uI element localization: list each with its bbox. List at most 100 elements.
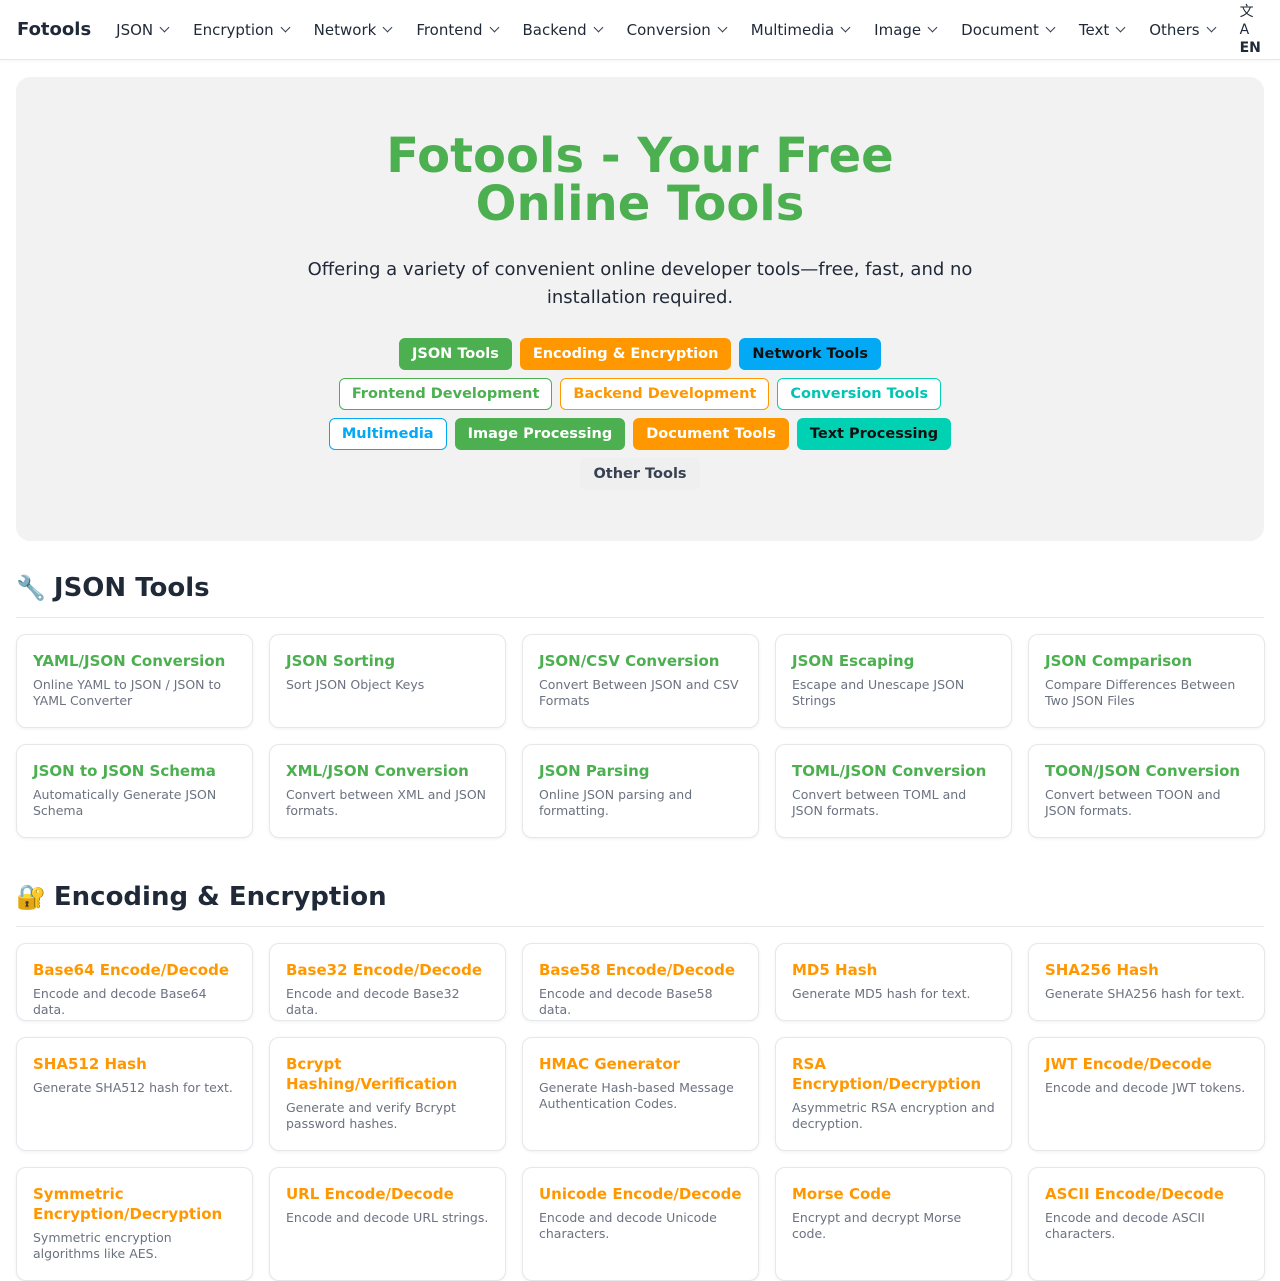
tool-card[interactable]: Unicode Encode/Decode Encode and decode U… (522, 1167, 759, 1281)
chevron-down-icon (927, 22, 938, 33)
tool-card-desc: Encode and decode URL strings. (286, 1210, 489, 1225)
tool-card-title: URL Encode/Decode (286, 1185, 454, 1203)
tool-card[interactable]: JSON to JSON Schema Automatically Generat… (16, 744, 253, 838)
nav-item-others[interactable]: Others (1149, 21, 1217, 39)
tool-card[interactable]: SHA512 Hash Generate SHA512 hash for text… (16, 1037, 253, 1151)
nav-item-multimedia[interactable]: Multimedia (750, 20, 851, 39)
tool-card-title: XML/JSON Conversion (286, 762, 469, 780)
hero-subtitle: Offering a variety of convenient online … (307, 259, 973, 308)
tool-card[interactable]: RSA Encryption/Decryption Asymmetric RSA … (775, 1037, 1012, 1151)
tool-card[interactable]: SHA256 Hash Generate SHA256 hash for text… (1028, 943, 1265, 1021)
divider (16, 617, 1264, 618)
tool-card[interactable]: TOML/JSON Conversion Convert between TOML… (775, 744, 1012, 838)
tool-card[interactable]: Base58 Encode/Decode Encode and decode Ba… (522, 943, 759, 1021)
tool-card[interactable]: JSON/CSV Conversion Convert Between JSON … (522, 634, 759, 728)
chip-json-tools[interactable]: JSON Tools (398, 338, 512, 370)
tool-card-desc: Automatically Generate JSON Schema (33, 787, 217, 818)
chip-encoding-encryption[interactable]: Encoding & Encryption (519, 338, 732, 370)
tool-card-desc: Convert Between JSON and CSV Formats (539, 677, 739, 708)
tool-card-desc: Encode and decode Base64 data. (33, 986, 207, 1017)
lock-key-icon: 🔐 (16, 883, 46, 911)
top-nav: Fotools JSON Encryption Network Frontend… (0, 0, 1280, 60)
section-title-text: Encoding & Encryption (53, 882, 387, 912)
tool-card-title: JSON Escaping (792, 652, 915, 670)
tool-card[interactable]: MD5 Hash Generate MD5 hash for text. (775, 943, 1012, 1021)
nav-item-network[interactable]: Network (313, 20, 393, 39)
chip-other-tools[interactable]: Other Tools (580, 458, 700, 490)
tool-card-desc: Encode and decode ASCII characters. (1045, 1210, 1205, 1241)
tool-card-title: JSON Sorting (286, 652, 396, 670)
language-switcher[interactable]: 文A EN (1240, 3, 1261, 57)
tool-card[interactable]: XML/JSON Conversion Convert between XML a… (269, 744, 506, 838)
nav-item-label: Network (313, 20, 377, 39)
chip-multimedia[interactable]: Multimedia (328, 418, 447, 450)
tool-card[interactable]: Symmetric Encryption/Decryption Symmetric… (16, 1167, 253, 1281)
tool-card[interactable]: JSON Parsing Online JSON parsing and form… (522, 744, 759, 838)
tool-card[interactable]: HMAC Generator Generate Hash-based Messag… (522, 1037, 759, 1151)
nav-menu: JSON Encryption Network Frontend Backend… (116, 21, 1239, 39)
brand-logo[interactable]: Fotools (17, 19, 91, 40)
chip-document-tools[interactable]: Document Tools (633, 418, 789, 450)
nav-item-label: Conversion (626, 20, 711, 39)
tool-card[interactable]: JSON Escaping Escape and Unescape JSON St… (775, 634, 1012, 728)
chip-network-tools[interactable]: Network Tools (739, 338, 881, 370)
nav-item-label: Document (961, 20, 1039, 39)
tool-card[interactable]: URL Encode/Decode Encode and decode URL s… (269, 1167, 506, 1281)
tool-card-title: JWT Encode/Decode (1045, 1055, 1212, 1073)
nav-item-image[interactable]: Image (874, 20, 938, 39)
nav-item-json[interactable]: JSON (116, 20, 170, 39)
tool-grid: SHA512 Hash Generate SHA512 hash for text… (16, 1037, 1265, 1151)
section-title-text: JSON Tools (53, 573, 210, 603)
nav-item-frontend[interactable]: Frontend (416, 21, 499, 39)
hero-title: Fotools - Your Free Online Tools (386, 128, 894, 232)
chip-frontend-development[interactable]: Frontend Development (338, 378, 553, 410)
tool-card[interactable]: Morse Code Encrypt and decrypt Morse code… (775, 1167, 1012, 1281)
tool-card[interactable]: JWT Encode/Decode Encode and decode JWT t… (1028, 1037, 1265, 1151)
tool-card[interactable]: Base32 Encode/Decode Encode and decode Ba… (269, 943, 506, 1021)
chevron-down-icon (382, 22, 393, 33)
nav-item-label: Image (874, 20, 922, 39)
tool-card[interactable]: TOON/JSON Conversion Convert between TOON… (1028, 744, 1265, 838)
nav-item-label: Multimedia (750, 20, 835, 39)
nav-item-label: JSON (116, 20, 154, 39)
tool-card-desc: Compare Differences Between Two JSON Fil… (1045, 677, 1236, 708)
nav-item-label: Encryption (193, 20, 274, 39)
chip-backend-development[interactable]: Backend Development (560, 378, 770, 410)
tool-card-desc: Encrypt and decrypt Morse code. (792, 1210, 962, 1241)
tool-card-title: Symmetric Encryption/Decryption (33, 1185, 223, 1223)
nav-item-conversion[interactable]: Conversion (626, 20, 728, 39)
tool-card[interactable]: ASCII Encode/Decode Encode and decode ASC… (1028, 1167, 1265, 1281)
hero-banner: Fotools - Your Free Online Tools Offerin… (16, 77, 1264, 541)
chip-text-processing[interactable]: Text Processing (796, 418, 952, 450)
tool-card-desc: Encode and decode Base58 data. (539, 986, 713, 1017)
tool-card-title: HMAC Generator (539, 1055, 681, 1073)
nav-item-document[interactable]: Document (961, 20, 1056, 39)
chevron-down-icon (1206, 22, 1217, 33)
tool-card[interactable]: YAML/JSON Conversion Online YAML to JSON … (16, 634, 253, 728)
chip-image-processing[interactable]: Image Processing (454, 418, 626, 450)
nav-item-text[interactable]: Text (1079, 21, 1126, 39)
tool-card-title: RSA Encryption/Decryption (792, 1055, 982, 1093)
tool-card[interactable]: JSON Comparison Compare Differences Betwe… (1028, 634, 1265, 728)
tool-card-title: JSON Parsing (539, 762, 650, 780)
tool-card[interactable]: JSON Sorting Sort JSON Object Keys (269, 634, 506, 728)
tool-card-desc: Asymmetric RSA encryption and decryption… (792, 1100, 995, 1131)
tool-card[interactable]: Base64 Encode/Decode Encode and decode Ba… (16, 943, 253, 1021)
category-chips: JSON Tools Encoding & Encryption Network… (16, 338, 1264, 490)
nav-item-encryption[interactable]: Encryption (193, 20, 291, 39)
tool-card-desc: Sort JSON Object Keys (286, 677, 425, 692)
tool-card-desc: Convert between XML and JSON formats. (286, 787, 487, 818)
nav-item-label: Backend (522, 20, 587, 39)
tool-card-title: YAML/JSON Conversion (33, 652, 226, 670)
chevron-down-icon (1115, 22, 1126, 33)
tool-card-desc: Convert between TOML and JSON formats. (792, 787, 967, 818)
tool-card-title: Base32 Encode/Decode (286, 961, 482, 979)
tool-card-desc: Generate and verify Bcrypt password hash… (286, 1100, 456, 1131)
tool-grid: Base64 Encode/Decode Encode and decode Ba… (16, 943, 1265, 1021)
chevron-down-icon (280, 22, 291, 33)
nav-item-backend[interactable]: Backend (522, 20, 604, 39)
divider (16, 926, 1264, 927)
tool-card[interactable]: Bcrypt Hashing/Verification Generate and … (269, 1037, 506, 1151)
chip-conversion-tools[interactable]: Conversion Tools (777, 378, 942, 410)
tool-card-desc: Encode and decode Unicode characters. (539, 1210, 717, 1241)
